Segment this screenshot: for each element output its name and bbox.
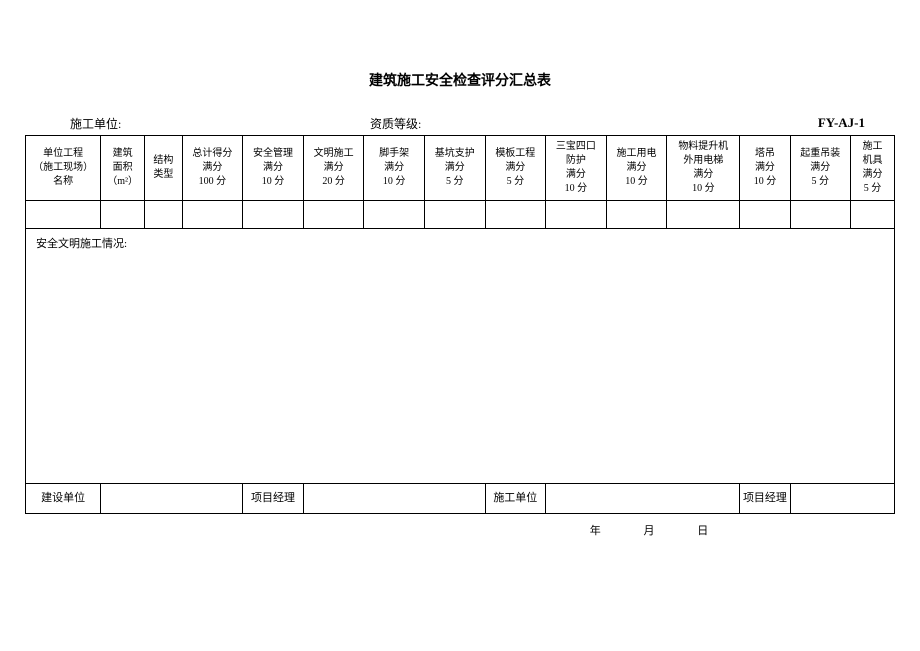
top-info-row: 施工单位: 资质等级: FY-AJ-1 (25, 115, 895, 132)
document-title: 建筑施工安全检查评分汇总表 (25, 70, 895, 90)
header-cell: 物料提升机 外用电梯 满分 10 分 (667, 136, 740, 201)
date-row: 年 月 日 (25, 522, 895, 538)
header-cell: 基坑支护 满分 5 分 (424, 136, 485, 201)
data-cell (546, 201, 607, 229)
data-cell (740, 201, 790, 229)
data-cell (485, 201, 546, 229)
construction-unit-label-2: 施工单位 (485, 484, 546, 514)
construction-unit-label: 施工单位: (70, 115, 370, 132)
header-cell: 建筑 面积 （m²） (101, 136, 145, 201)
header-cell: 安全管理 满分 10 分 (243, 136, 304, 201)
data-cell (101, 201, 145, 229)
data-cell (182, 201, 243, 229)
data-cell (424, 201, 485, 229)
day-label: 日 (697, 525, 710, 537)
construction-unit-value (546, 484, 740, 514)
header-cell: 单位工程 （施工现场） 名称 (26, 136, 101, 201)
project-manager-label-1: 项目经理 (243, 484, 304, 514)
header-cell: 文明施工 满分 20 分 (303, 136, 364, 201)
table-header-row: 单位工程 （施工现场） 名称 建筑 面积 （m²） 结构 类型 总计得分 满分 … (26, 136, 895, 201)
month-label: 月 (644, 525, 657, 537)
project-manager-value-1 (303, 484, 485, 514)
header-cell: 结构 类型 (145, 136, 183, 201)
data-cell (606, 201, 667, 229)
data-cell (243, 201, 304, 229)
data-cell (790, 201, 851, 229)
project-manager-value-2 (790, 484, 895, 514)
header-cell: 脚手架 满分 10 分 (364, 136, 425, 201)
data-cell (303, 201, 364, 229)
builder-unit-value (101, 484, 243, 514)
header-cell: 塔吊 满分 10 分 (740, 136, 790, 201)
signature-row: 建设单位 项目经理 施工单位 项目经理 (26, 484, 895, 514)
qualification-label: 资质等级: (370, 115, 680, 132)
header-cell: 施工用电 满分 10 分 (606, 136, 667, 201)
year-label: 年 (590, 525, 603, 537)
project-manager-label-2: 项目经理 (740, 484, 790, 514)
situation-row: 安全文明施工情况: (26, 229, 895, 484)
form-code: FY-AJ-1 (818, 115, 865, 132)
data-cell (667, 201, 740, 229)
header-cell: 施工 机具 满分 5 分 (851, 136, 895, 201)
safety-situation-cell: 安全文明施工情况: (26, 229, 895, 484)
data-row (26, 201, 895, 229)
data-cell (364, 201, 425, 229)
header-cell: 三宝四口 防护 满分 10 分 (546, 136, 607, 201)
data-cell (145, 201, 183, 229)
builder-unit-label: 建设单位 (26, 484, 101, 514)
data-cell (851, 201, 895, 229)
header-cell: 模板工程 满分 5 分 (485, 136, 546, 201)
header-cell: 起重吊装 满分 5 分 (790, 136, 851, 201)
header-cell: 总计得分 满分 100 分 (182, 136, 243, 201)
data-cell (26, 201, 101, 229)
main-table: 单位工程 （施工现场） 名称 建筑 面积 （m²） 结构 类型 总计得分 满分 … (25, 135, 895, 514)
